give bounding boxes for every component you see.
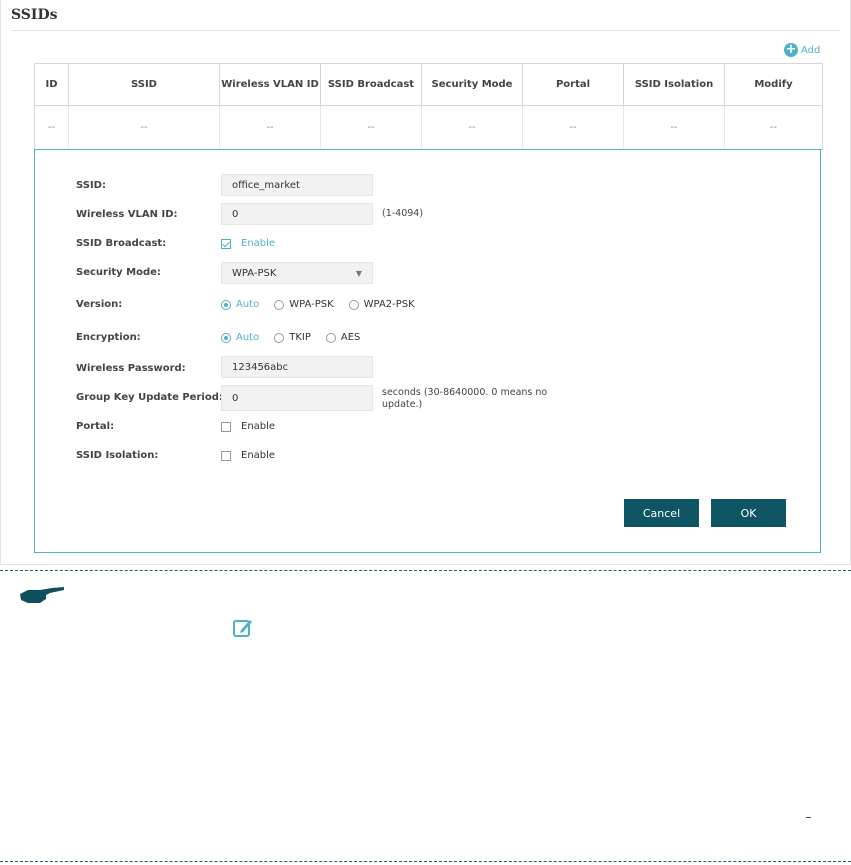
ssids-panel: SSIDs + Add ID SSID Wireless VLAN ID SSI… [0, 0, 851, 565]
note-divider-top [0, 570, 851, 571]
radio-label: TKIP [289, 332, 311, 343]
radio-label: AES [340, 332, 361, 343]
checkbox-icon [221, 450, 231, 461]
isolation-checkbox[interactable]: Enable [221, 450, 275, 461]
security-label: Security Mode: [76, 267, 161, 278]
radio-icon [274, 332, 285, 343]
vlan-input[interactable]: 0 [221, 203, 373, 225]
table-cell: -- [422, 106, 523, 149]
table-row[interactable]: -- -- -- -- -- -- -- -- [35, 106, 822, 150]
vlan-hint: (1-4094) [382, 208, 424, 219]
portal-option: Enable [241, 421, 276, 432]
checkbox-checked-icon [221, 238, 231, 249]
table-cell: -- [321, 106, 422, 149]
header-ssid: SSID [69, 64, 220, 105]
security-mode-select[interactable]: WPA-PSK ▼ [221, 262, 373, 284]
version-radio-group: Auto WPA-PSK WPA2-PSK [221, 299, 430, 310]
version-radio-wpa-psk[interactable]: WPA-PSK [274, 299, 334, 310]
footnote-mark [806, 817, 811, 818]
ssid-form: SSID: office_market Wireless VLAN ID: 0 … [34, 149, 821, 553]
encryption-radio-aes[interactable]: AES [325, 332, 361, 343]
table-cell: -- [624, 106, 725, 149]
encryption-label: Encryption: [76, 332, 141, 343]
security-mode-value: WPA-PSK [232, 267, 277, 279]
radio-icon [348, 299, 359, 310]
ssid-table: ID SSID Wireless VLAN ID SSID Broadcast … [34, 63, 823, 150]
version-radio-wpa2-psk[interactable]: WPA2-PSK [348, 299, 415, 310]
note-divider-bottom [0, 861, 851, 862]
header-broadcast: SSID Broadcast [321, 64, 422, 105]
ssid-label: SSID: [76, 180, 106, 191]
radio-label: Auto [236, 299, 260, 310]
header-id: ID [35, 64, 69, 105]
table-cell: -- [523, 106, 624, 149]
add-button[interactable]: + Add [784, 43, 820, 57]
radio-label: Auto [236, 332, 260, 343]
group-key-hint-line: seconds (30-8640000. 0 means no [382, 387, 548, 398]
encryption-radio-auto[interactable]: Auto [221, 332, 259, 343]
version-label: Version: [76, 299, 123, 310]
header-security: Security Mode [422, 64, 523, 105]
header-vlan: Wireless VLAN ID [220, 64, 321, 105]
radio-selected-icon [221, 299, 231, 310]
pointing-hand-icon [20, 587, 64, 603]
header-portal: Portal [523, 64, 624, 105]
radio-label: WPA2-PSK [363, 299, 415, 310]
plus-circle-icon: + [784, 42, 798, 57]
vlan-label: Wireless VLAN ID: [76, 209, 178, 220]
portal-label: Portal: [76, 421, 115, 432]
table-cell: -- [35, 106, 69, 149]
password-label: Wireless Password: [76, 363, 186, 374]
isolation-option: Enable [241, 450, 276, 461]
table-cell: -- [69, 106, 220, 149]
header-isolation: SSID Isolation [624, 64, 725, 105]
ok-button[interactable]: OK [711, 499, 786, 527]
table-header-row: ID SSID Wireless VLAN ID SSID Broadcast … [35, 64, 822, 106]
broadcast-checkbox[interactable]: Enable [221, 238, 275, 249]
title-divider [11, 30, 840, 31]
group-key-input[interactable]: 0 [221, 385, 373, 411]
checkbox-icon [221, 421, 231, 432]
radio-label: WPA-PSK [289, 299, 334, 310]
group-key-label: Group Key Update Period: [76, 392, 223, 403]
password-input[interactable]: 123456abc [221, 356, 373, 378]
group-key-hint-line: update.) [382, 399, 423, 410]
portal-checkbox[interactable]: Enable [221, 421, 275, 432]
ssid-input[interactable]: office_market [221, 174, 373, 196]
table-cell: -- [220, 106, 321, 149]
edit-icon [233, 620, 252, 637]
group-key-hint: seconds (30-8640000. 0 means no update.) [382, 387, 547, 411]
radio-icon [325, 332, 336, 343]
radio-icon [274, 299, 285, 310]
broadcast-label: SSID Broadcast: [76, 238, 167, 249]
broadcast-option: Enable [241, 238, 276, 249]
version-radio-auto[interactable]: Auto [221, 299, 259, 310]
cancel-button[interactable]: Cancel [624, 499, 699, 527]
panel-title: SSIDs [11, 7, 58, 23]
isolation-label: SSID Isolation: [76, 450, 159, 461]
radio-selected-icon [221, 332, 231, 343]
encryption-radio-tkip[interactable]: TKIP [274, 332, 311, 343]
header-modify: Modify [754, 79, 793, 90]
caret-down-icon: ▼ [355, 268, 362, 278]
encryption-radio-group: Auto TKIP AES [221, 332, 375, 343]
add-label: Add [801, 44, 821, 56]
table-cell: -- [769, 122, 778, 133]
